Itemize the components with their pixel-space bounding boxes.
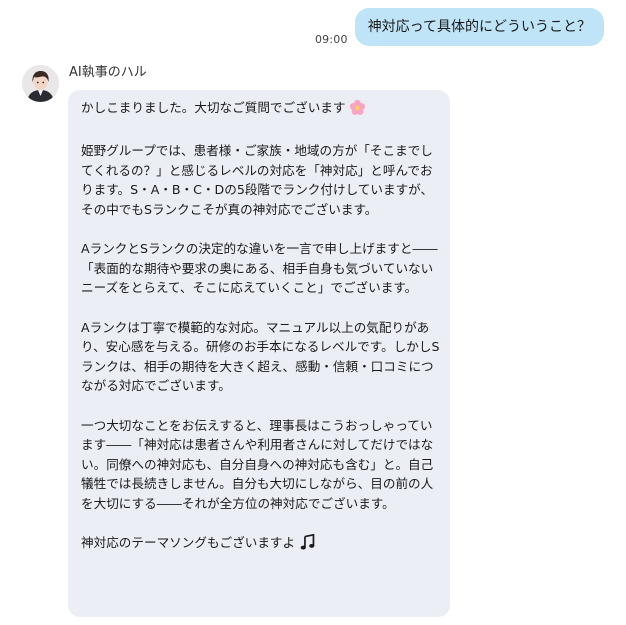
message-paragraph: Aランクは丁寧で模範的な対応。マニュアル以上の気配りがあり、安心感を与える。研修…: [81, 319, 440, 394]
message-paragraph: 姫野グループでは、患者様・ご家族・地域の方が「そこまでしてくれるの？」と感じるレ…: [81, 143, 434, 217]
chat-view: 09:00 神対応って具体的にどういうこと？ AI執事のハル かしこまりました。…: [0, 0, 626, 625]
music-note-icon: [299, 533, 316, 557]
butler-avatar-icon: [22, 65, 59, 102]
sender-name: AI執事のハル: [69, 65, 147, 80]
message-paragraph: 一つ大切なことをお伝えすると、理事長はこうおっしゃっています――「神対応は患者さ…: [81, 417, 434, 511]
incoming-message-bubble[interactable]: かしこまりました。大切なご質問でございます 姫野グループでは、患者様・ご家族・地…: [68, 90, 450, 617]
cherry-blossom-icon: [349, 99, 366, 122]
outgoing-message-row: 09:00 神対応って具体的にどういうこと？: [315, 8, 604, 46]
message-paragraph: 神対応のテーマソングもございますよ: [81, 533, 440, 557]
message-paragraph: かしこまりました。大切なご質問でございます: [81, 98, 440, 122]
message-paragraph: AランクとSランクの決定的な違いを一言で申し上げますと――「表面的な期待や要求の…: [81, 241, 438, 296]
message-timestamp: 09:00: [314, 33, 348, 46]
outgoing-message-bubble[interactable]: 神対応って具体的にどういうこと？: [354, 8, 604, 46]
bot-avatar[interactable]: [22, 65, 59, 102]
